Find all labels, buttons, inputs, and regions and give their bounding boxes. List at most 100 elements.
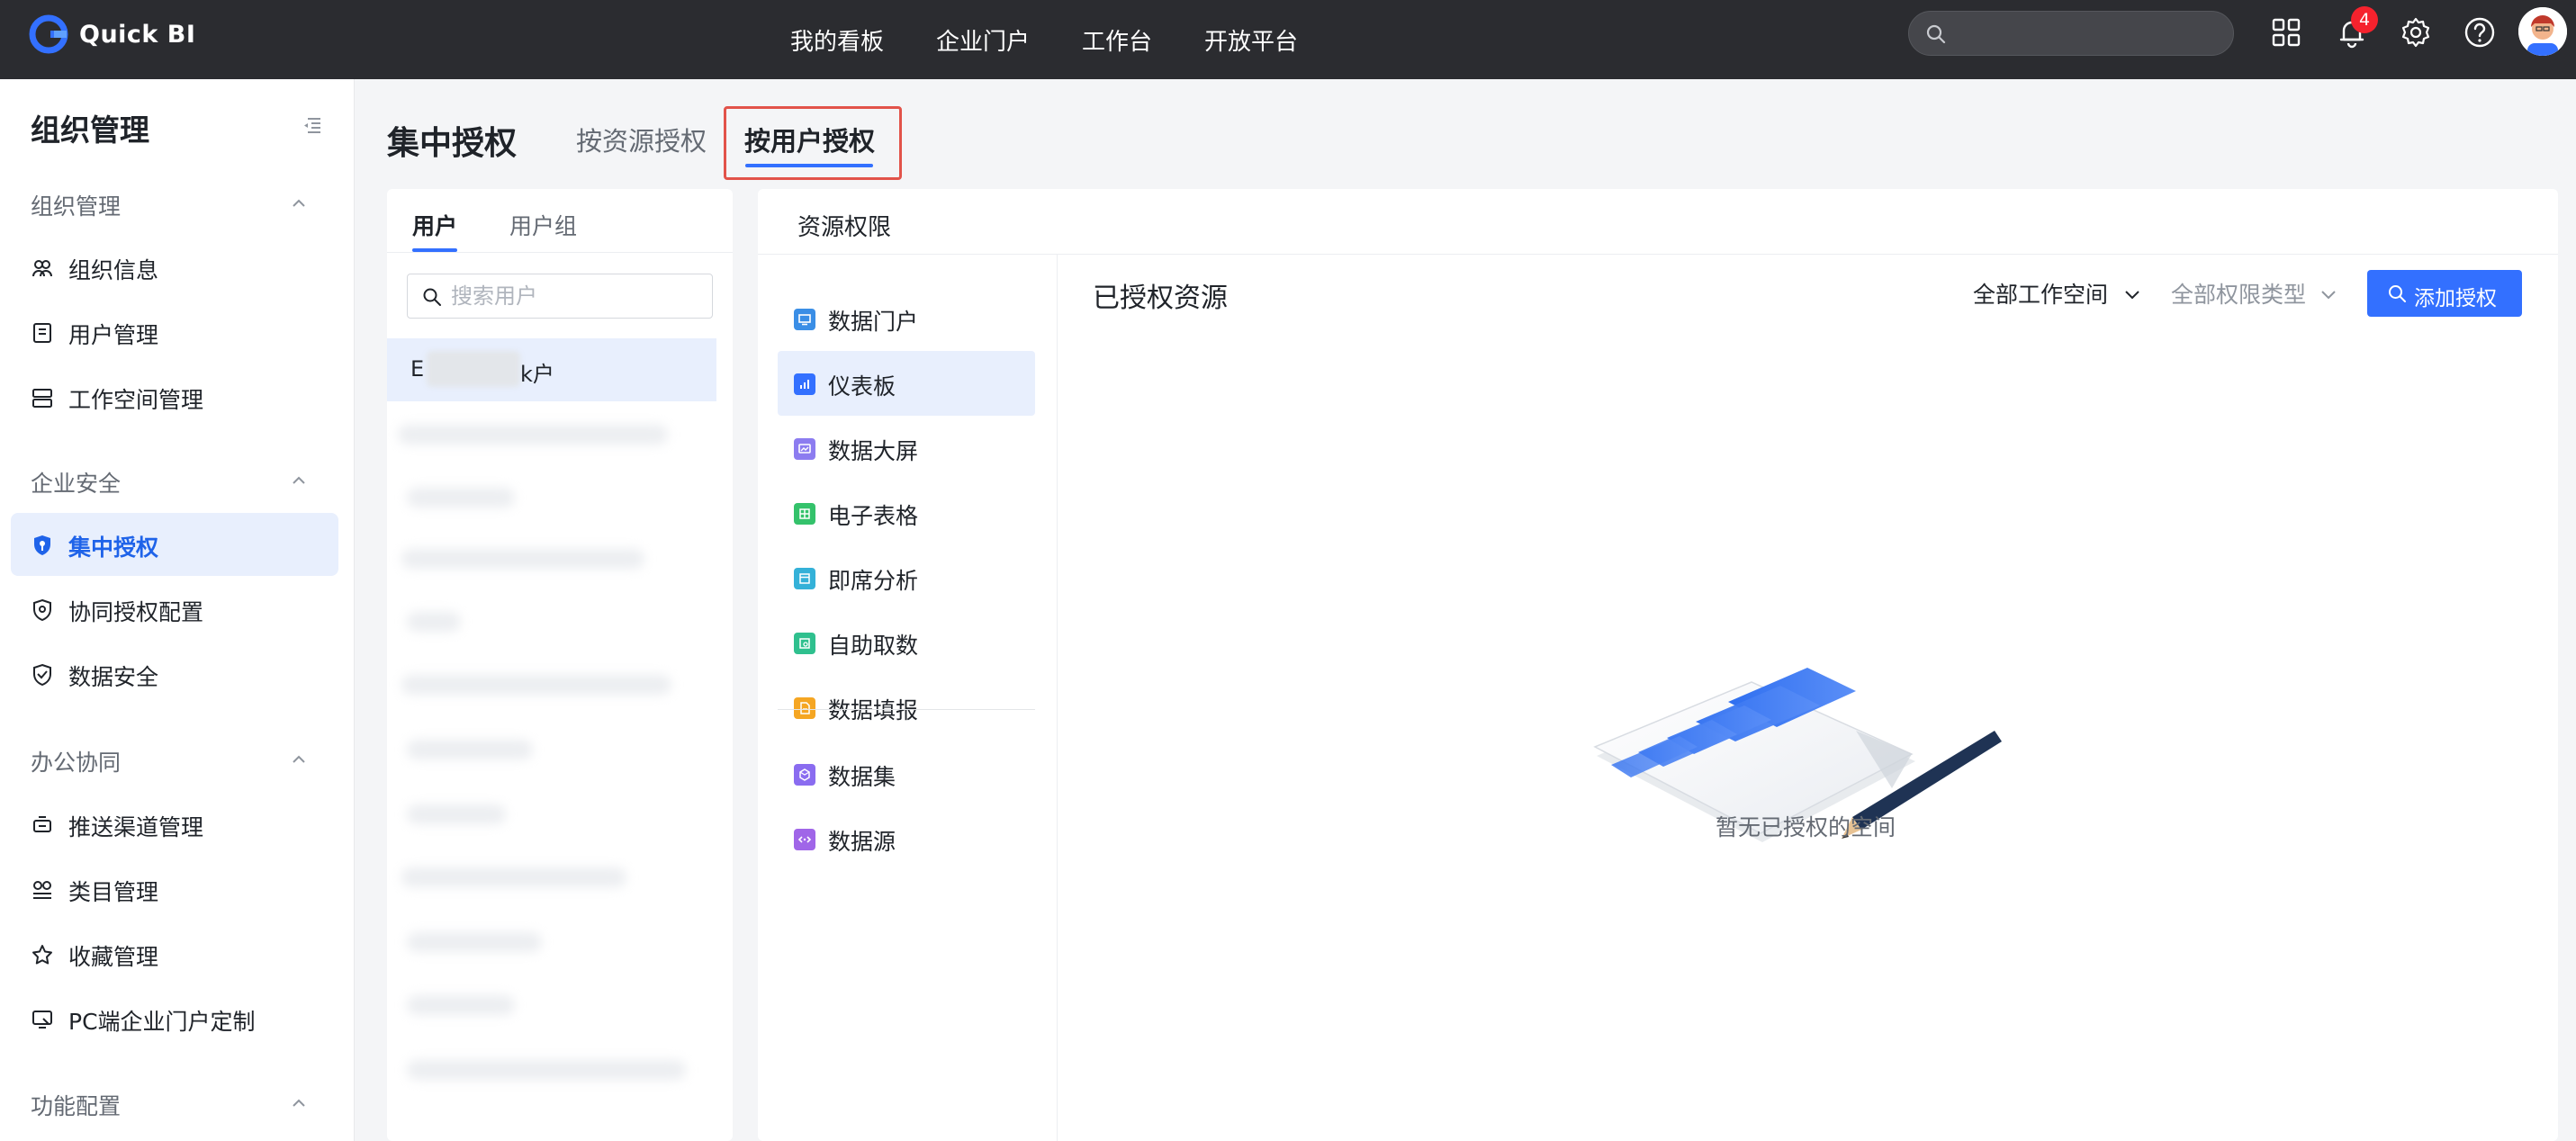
- tab-user-groups[interactable]: 用户组: [509, 209, 577, 241]
- collapse-sidebar-icon[interactable]: [301, 113, 324, 137]
- help-button[interactable]: [2463, 15, 2497, 49]
- sidebar-item-category-management[interactable]: 类目管理: [11, 858, 338, 921]
- sidebar-item-label: 组织信息: [68, 257, 159, 283]
- resource-type-self-service-fetch[interactable]: 自助取数: [778, 610, 1035, 675]
- redacted-user-row[interactable]: [401, 867, 626, 887]
- gear-icon: [2401, 17, 2430, 48]
- divider: [1057, 254, 1058, 1141]
- redacted-user-row[interactable]: [407, 1060, 686, 1080]
- redacted-user-row[interactable]: [401, 549, 644, 569]
- user-search-input[interactable]: [451, 282, 703, 310]
- sidebar-item-favorites-management[interactable]: 收藏管理: [11, 922, 338, 985]
- sidebar-item-user-management[interactable]: 用户管理: [11, 301, 338, 364]
- resource-type-label: 即席分析: [828, 568, 919, 594]
- sidebar-group-feature-config[interactable]: 功能配置: [0, 1071, 355, 1134]
- search-icon: [423, 288, 441, 306]
- resource-type-label: 电子表格: [828, 503, 919, 529]
- shield-settings-icon: [33, 598, 51, 622]
- sidebar-item-label: PC端企业门户定制: [68, 1009, 256, 1035]
- add-authorization-button[interactable]: 添加授权: [2367, 270, 2522, 317]
- redacted-user-row[interactable]: [401, 675, 671, 695]
- push-channel-icon: [33, 816, 51, 832]
- redacted-user-row[interactable]: [407, 488, 515, 508]
- search-icon: [2389, 285, 2406, 302]
- topnav-open-platform[interactable]: 开放平台: [1204, 23, 1298, 57]
- topnav-my-boards[interactable]: 我的看板: [790, 23, 884, 57]
- resource-type-data-form[interactable]: 数据填报: [778, 675, 1035, 740]
- tab-by-user[interactable]: 按用户授权: [744, 121, 875, 158]
- chevron-up-icon: [293, 755, 305, 763]
- quick-bi-logo-icon: [29, 14, 68, 54]
- divider: [758, 254, 2558, 255]
- user-avatar[interactable]: [2518, 7, 2567, 56]
- sidebar-item-push-channel[interactable]: 推送渠道管理: [11, 793, 338, 856]
- user-list-item-selected[interactable]: E k户: [387, 338, 716, 401]
- portal-icon: [794, 309, 815, 330]
- apps-grid-button[interactable]: [2269, 15, 2303, 49]
- sidebar-item-label: 用户管理: [68, 322, 159, 348]
- sidebar-item-workspace-management[interactable]: 工作空间管理: [11, 365, 338, 428]
- resource-type-dashboard[interactable]: 仪表板: [778, 351, 1035, 416]
- granted-resources-title: 已授权资源: [1093, 283, 1228, 314]
- topnav-workbench[interactable]: 工作台: [1082, 23, 1152, 57]
- redacted-user-row[interactable]: [407, 932, 542, 952]
- topnav-enterprise-portal[interactable]: 企业门户: [936, 23, 1030, 57]
- form-icon: [794, 697, 815, 719]
- sidebar-item-label: 协同授权配置: [68, 599, 204, 625]
- workspace-filter-value: 全部工作空间: [1973, 282, 2109, 308]
- sidebar-group-label: 办公协同: [31, 750, 122, 776]
- settings-button[interactable]: [2399, 15, 2433, 49]
- tab-by-resource[interactable]: 按资源授权: [576, 121, 707, 158]
- notification-badge: 4: [2351, 6, 2378, 33]
- sidebar-group-enterprise-security[interactable]: 企业安全: [0, 448, 355, 511]
- sidebar-item-pc-portal-customization[interactable]: PC端企业门户定制: [11, 987, 338, 1050]
- user-panel: 用户 用户组 E k户: [387, 189, 733, 1141]
- chevron-down-icon: [2125, 291, 2139, 300]
- workspace-icon: [32, 389, 52, 408]
- redacted-user-row[interactable]: [407, 804, 506, 824]
- sidebar-item-central-authorization[interactable]: 集中授权: [11, 513, 338, 576]
- tab-users[interactable]: 用户: [412, 209, 457, 241]
- sidebar-item-org-info[interactable]: 组织信息: [11, 236, 338, 299]
- resource-type-label: 数据集: [828, 764, 896, 790]
- apps-grid-icon: [2272, 18, 2301, 47]
- sidebar-item-label: 类目管理: [68, 879, 159, 905]
- sidebar-group-label: 企业安全: [31, 471, 122, 497]
- redacted-user-row[interactable]: [407, 740, 533, 759]
- resource-type-adhoc-analysis[interactable]: 即席分析: [778, 545, 1035, 610]
- resource-type-label: 仪表板: [828, 373, 896, 400]
- notifications-button[interactable]: 4: [2335, 6, 2378, 49]
- star-icon: [32, 945, 52, 965]
- divider: [387, 252, 733, 253]
- user-name-prefix: E: [410, 356, 425, 382]
- resource-type-data-portal[interactable]: 数据门户: [778, 286, 1035, 351]
- resource-type-dataset[interactable]: 数据集: [778, 741, 1035, 806]
- user-search-field[interactable]: [407, 274, 713, 319]
- redacted-user-row[interactable]: [407, 995, 515, 1015]
- sidebar-group-office-collaboration[interactable]: 办公协同: [0, 727, 355, 790]
- app-logo[interactable]: Quick BI: [29, 14, 195, 54]
- empty-state-illustration: [1593, 668, 2002, 842]
- self-fetch-icon: [794, 633, 815, 654]
- permission-type-filter-value: 全部权限类型: [2171, 282, 2307, 308]
- redacted-text: [427, 351, 520, 387]
- chevron-down-icon: [2321, 291, 2336, 300]
- dataset-icon: [794, 764, 815, 786]
- resource-type-label: 数据大屏: [828, 438, 919, 464]
- sidebar-item-data-security[interactable]: 数据安全: [11, 642, 338, 705]
- sidebar-item-label: 数据安全: [68, 664, 159, 690]
- resource-type-datasource[interactable]: 数据源: [778, 806, 1035, 871]
- workspace-filter-select[interactable]: 全部工作空间: [1973, 277, 2149, 310]
- resource-type-spreadsheet[interactable]: 电子表格: [778, 481, 1035, 545]
- resource-type-data-screen[interactable]: 数据大屏: [778, 416, 1035, 481]
- sidebar-item-collab-auth-config[interactable]: 协同授权配置: [11, 578, 338, 641]
- redacted-user-row[interactable]: [398, 425, 668, 445]
- global-search-input[interactable]: [1908, 11, 2234, 56]
- sidebar-title: 组织管理: [31, 112, 149, 148]
- sidebar-group-org-management[interactable]: 组织管理: [0, 171, 355, 234]
- adhoc-icon: [794, 568, 815, 589]
- resource-type-label: 数据源: [828, 829, 896, 855]
- permission-type-filter-select[interactable]: 全部权限类型: [2171, 277, 2342, 310]
- redacted-user-row[interactable]: [407, 612, 461, 632]
- help-icon: [2464, 17, 2495, 48]
